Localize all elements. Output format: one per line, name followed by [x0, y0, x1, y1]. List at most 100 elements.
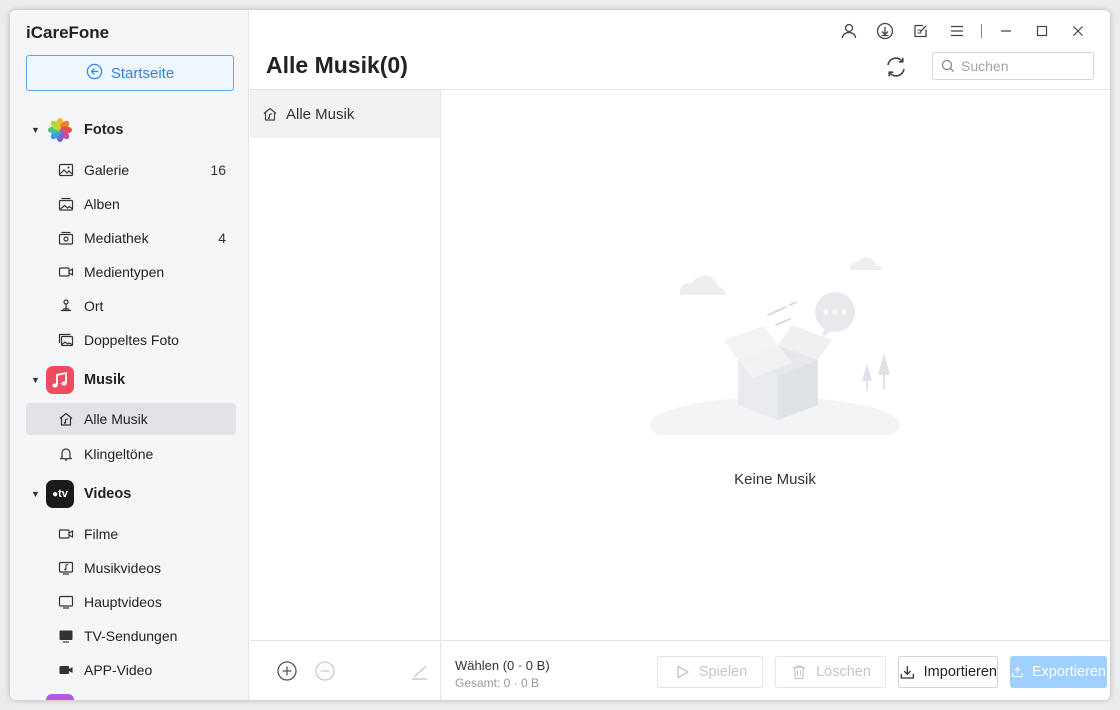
minimize-icon [1001, 30, 1011, 32]
maximize-icon [1036, 25, 1048, 37]
titlebar-divider [981, 24, 982, 38]
library-icon [58, 230, 74, 246]
sidebar-item-alle-musik[interactable]: Alle Musik [26, 403, 236, 435]
home-button-label: Startseite [110, 64, 175, 82]
search-box [932, 52, 1094, 80]
sidebar-item-hauptvideos[interactable]: Hauptvideos [26, 586, 236, 618]
search-input[interactable] [961, 58, 1081, 74]
item-count: 4 [218, 230, 226, 246]
empty-box-illustration [650, 257, 900, 435]
sidebar-item-doppeltes-foto[interactable]: Doppeltes Foto [26, 324, 236, 356]
caret-down-icon: ▼ [31, 375, 40, 385]
category-videos[interactable]: ▼ ● tv Videos [10, 479, 249, 509]
appletv-app-icon: ● tv [46, 480, 74, 508]
close-icon [1073, 26, 1083, 36]
play-icon [677, 665, 689, 679]
titlebar-controls [831, 20, 1096, 42]
sidebar-item-label: Alben [84, 196, 120, 212]
sidebar-item-label: Alle Musik [84, 411, 148, 427]
bottom-divider [440, 641, 441, 700]
minus-circle-icon [315, 661, 335, 681]
page-title: Alle Musik(0) [266, 52, 408, 78]
download-button[interactable] [867, 20, 903, 42]
sidebar-item-klingeltoene[interactable]: Klingeltöne [26, 438, 236, 470]
sidebar-item-label: Mediathek [84, 230, 149, 246]
sidebar-item-medientypen[interactable]: Medientypen [26, 256, 236, 288]
sidebar-item-app-video[interactable]: APP-Video [26, 654, 236, 686]
sidebar-item-label: Ort [84, 298, 104, 314]
caret-down-icon: ▼ [31, 489, 40, 499]
pencil-icon [412, 665, 427, 680]
sidebar-item-label: Klingeltöne [84, 446, 154, 462]
menu-button[interactable] [939, 20, 975, 42]
category-musik[interactable]: ▼ Musik [10, 365, 249, 395]
feedback-button[interactable] [903, 20, 939, 42]
sidebar-item-alben[interactable]: Alben [26, 188, 236, 220]
maximize-button[interactable] [1024, 20, 1060, 42]
minimize-button[interactable] [988, 20, 1024, 42]
sidebar-item-label: Medientypen [84, 264, 165, 280]
home-button[interactable]: Startseite [26, 55, 234, 91]
item-count: 16 [210, 162, 226, 178]
total-info: Gesamt: 0 · 0 B [455, 676, 540, 690]
tv-icon [58, 628, 74, 644]
search-icon [941, 59, 954, 72]
close-button[interactable] [1060, 20, 1096, 42]
export-icon [1012, 667, 1023, 678]
sidebar-item-label: Doppeltes Foto [84, 332, 179, 348]
play-button[interactable]: Spielen [657, 656, 763, 688]
app-window: iCareFone Startseite ▼ Fotos Galerie 16 … [10, 10, 1110, 700]
album-icon [58, 196, 74, 212]
video-camera-filled-icon [58, 662, 74, 678]
add-button[interactable] [277, 661, 297, 681]
remove-button[interactable] [315, 661, 335, 681]
category-label: Videos [84, 486, 132, 502]
sidebar-item-label: Musikvideos [84, 560, 162, 576]
trash-icon [793, 665, 806, 680]
refresh-button[interactable] [883, 54, 909, 80]
selection-info: Wählen (0 · 0 B) [455, 658, 550, 673]
back-arrow-icon [86, 63, 103, 84]
subpanel-item-alle-musik[interactable]: Alle Musik [250, 90, 440, 138]
appletv-icon-text: tv [58, 488, 68, 500]
user-icon [841, 23, 857, 39]
music-video-icon [58, 560, 74, 576]
subpanel-item-label: Alle Musik [286, 105, 355, 123]
photos-app-icon [46, 116, 74, 144]
video-camera-icon [58, 526, 74, 542]
bottom-toolbar: Wählen (0 · 0 B) Gesamt: 0 · 0 B Spielen… [250, 640, 1110, 700]
sidebar-item-galerie[interactable]: Galerie 16 [26, 154, 236, 186]
app-title: iCareFone [26, 23, 110, 42]
refresh-icon [887, 57, 905, 77]
monitor-icon [58, 594, 74, 610]
sidebar-item-label: Galerie [84, 162, 130, 178]
export-button-label: Exportieren [1031, 664, 1106, 680]
delete-button[interactable]: Löschen [775, 656, 886, 688]
sidebar-item-musikvideos[interactable]: Musikvideos [26, 552, 236, 584]
sidebar-item-ort[interactable]: Ort [26, 290, 236, 322]
sidebar-item-filme[interactable]: Filme [26, 518, 236, 550]
sidebar-item-label: Hauptvideos [84, 594, 162, 610]
category-fotos[interactable]: ▼ Fotos [10, 115, 249, 145]
plus-circle-icon [277, 661, 297, 681]
import-button-label: Importieren [923, 664, 997, 680]
bell-icon [58, 446, 74, 462]
play-button-label: Spielen [698, 664, 748, 680]
category-label: Musik [84, 372, 126, 388]
sidebar-item-mediathek[interactable]: Mediathek 4 [26, 222, 236, 254]
next-category-icon-partial [46, 694, 74, 700]
import-button[interactable]: Importieren [898, 656, 998, 688]
edit-note-icon [914, 24, 927, 38]
account-button[interactable] [831, 20, 867, 42]
sidebar-item-tv-sendungen[interactable]: TV-Sendungen [26, 620, 236, 652]
export-button[interactable]: Exportieren [1010, 656, 1107, 688]
caret-down-icon: ▼ [31, 125, 40, 135]
empty-state-message: Keine Musik [734, 471, 816, 488]
delete-button-label: Löschen [816, 664, 871, 680]
category-label: Fotos [84, 122, 124, 138]
rename-button[interactable] [408, 661, 428, 681]
music-app-icon [46, 366, 74, 394]
hamburger-menu-icon [951, 25, 963, 37]
video-camera-icon [58, 264, 74, 280]
home-music-icon [263, 107, 277, 121]
